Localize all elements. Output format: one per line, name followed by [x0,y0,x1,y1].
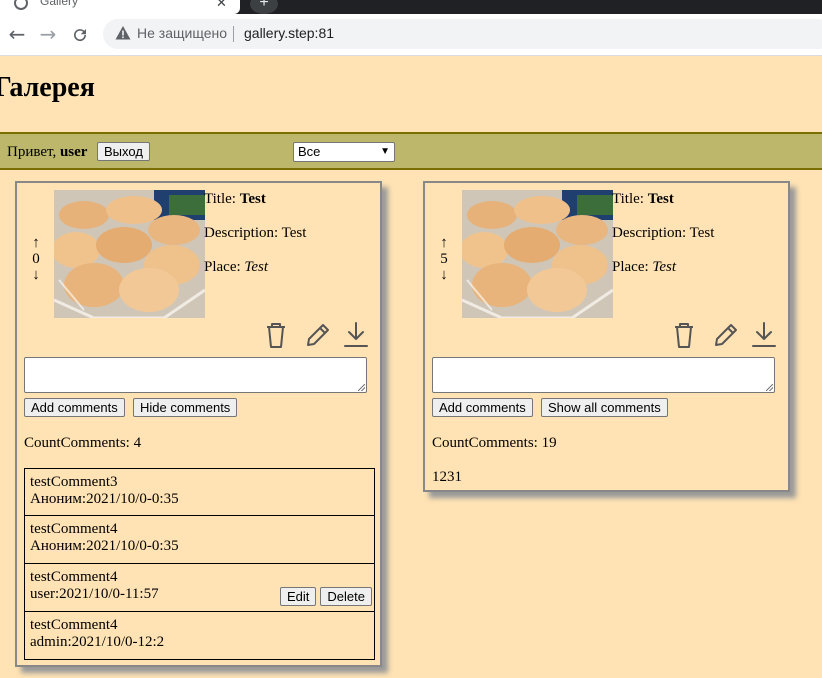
title-label: Title: [204,191,236,207]
downvote-arrow-icon[interactable]: ↓ [29,267,43,283]
forward-icon[interactable]: → [35,22,61,48]
greeting: Привет, user [7,144,87,161]
place-row: Place: Test [612,259,714,293]
username: user [59,144,88,160]
photo-description: Test [689,225,715,241]
photo-meta: Title: Test Description: Test Place: Tes… [612,191,714,293]
user-bar: Привет, user Выход Все ▼ [0,132,822,170]
close-tab-icon[interactable]: ✕ [216,0,227,11]
separator [233,26,234,42]
downvote-arrow-icon[interactable]: ↓ [437,267,451,283]
add-comments-button[interactable]: Add comments [432,398,533,417]
description-label: Description: [612,225,687,241]
photo-title: Test [239,191,266,207]
comment-item: testComment4 user:2021/10/0-11:57 Edit De… [24,564,375,612]
photo-title: Test [647,191,674,207]
title-row: Title: Test [204,191,306,225]
vote-count: 0 [32,251,40,267]
security-label: Не защищено [137,25,227,41]
vote-count: 5 [440,251,448,267]
card-actions [264,321,374,349]
gallery-card: ↑ 5 ↓ Title: Test Description: Test Plac… [423,181,790,492]
upvote-arrow-icon[interactable]: ↑ [29,235,43,251]
trash-icon[interactable] [264,321,290,349]
browser-tabstrip: Gallery ✕ + [0,0,822,14]
comment-text: testComment4 [30,569,118,585]
edit-comment-button[interactable]: Edit [280,587,317,606]
pencil-icon[interactable] [304,321,330,349]
comment-count: CountComments: 4 [24,435,142,451]
last-comment: 1231 [432,469,462,485]
globe-icon [14,0,28,10]
chevron-down-icon: ▼ [380,146,390,157]
vote-control: ↑ 5 ↓ [437,235,451,283]
comment-text: testComment3 [30,474,118,490]
trash-icon[interactable] [672,321,698,349]
comment-meta: Аноним:2021/10/0-0:35 [30,491,179,507]
comment-list: testComment3 Аноним:2021/10/0-0:35 testC… [24,468,375,660]
filter-selected-value: Все [298,144,321,159]
description-row: Description: Test [612,225,714,259]
comment-actions: Edit Delete [276,587,372,606]
page-title: Галерея [0,72,95,103]
download-icon[interactable] [751,321,777,349]
comment-text: testComment4 [30,617,118,633]
logout-button[interactable]: Выход [97,142,150,161]
photo-thumbnail[interactable] [54,190,205,318]
photo-place: Test [244,259,269,275]
photo-description: Test [281,225,307,241]
new-tab-button[interactable]: + [250,0,278,14]
comment-item: testComment4 admin:2021/10/0-12:2 [24,612,375,660]
comment-input[interactable] [432,357,775,393]
show-all-comments-button[interactable]: Show all comments [541,398,668,417]
filter-select[interactable]: Все ▼ [293,142,395,162]
browser-tab[interactable]: Gallery ✕ [0,0,240,14]
comment-text: testComment4 [30,521,118,537]
description-label: Description: [204,225,279,241]
vote-control: ↑ 0 ↓ [29,235,43,283]
photo-meta: Title: Test Description: Test Place: Tes… [204,191,306,293]
place-row: Place: Test [204,259,306,293]
photo-place: Test [652,259,677,275]
url-text[interactable]: gallery.step:81 [244,25,334,41]
browser-toolbar: ← → Не защищено gallery.step:81 [0,14,822,56]
comment-meta: Аноним:2021/10/0-0:35 [30,538,179,554]
pencil-icon[interactable] [712,321,738,349]
gallery-card: ↑ 0 ↓ Title: Test Description: Test Plac… [15,181,382,667]
title-label: Title: [612,191,644,207]
description-row: Description: Test [204,225,306,259]
hide-comments-button[interactable]: Hide comments [133,398,238,417]
back-icon[interactable]: ← [4,22,30,48]
comment-item: testComment3 Аноним:2021/10/0-0:35 [24,468,375,516]
add-comments-button[interactable]: Add comments [24,398,125,417]
comment-meta: admin:2021/10/0-12:2 [30,634,165,650]
delete-comment-button[interactable]: Delete [320,587,372,606]
place-label: Place: [612,259,649,275]
comment-count: CountComments: 19 [432,435,557,451]
address-bar[interactable]: Не защищено gallery.step:81 [103,19,822,49]
tab-title: Gallery [40,0,79,8]
upvote-arrow-icon[interactable]: ↑ [437,235,451,251]
comment-input[interactable] [24,357,367,393]
greeting-text: Привет, [7,144,57,160]
comment-item: testComment4 Аноним:2021/10/0-0:35 [24,516,375,564]
photo-thumbnail[interactable] [462,190,613,318]
title-row: Title: Test [612,191,714,225]
warning-icon [115,25,131,45]
reload-icon[interactable] [67,22,93,48]
download-icon[interactable] [343,321,369,349]
place-label: Place: [204,259,241,275]
card-actions [672,321,782,349]
